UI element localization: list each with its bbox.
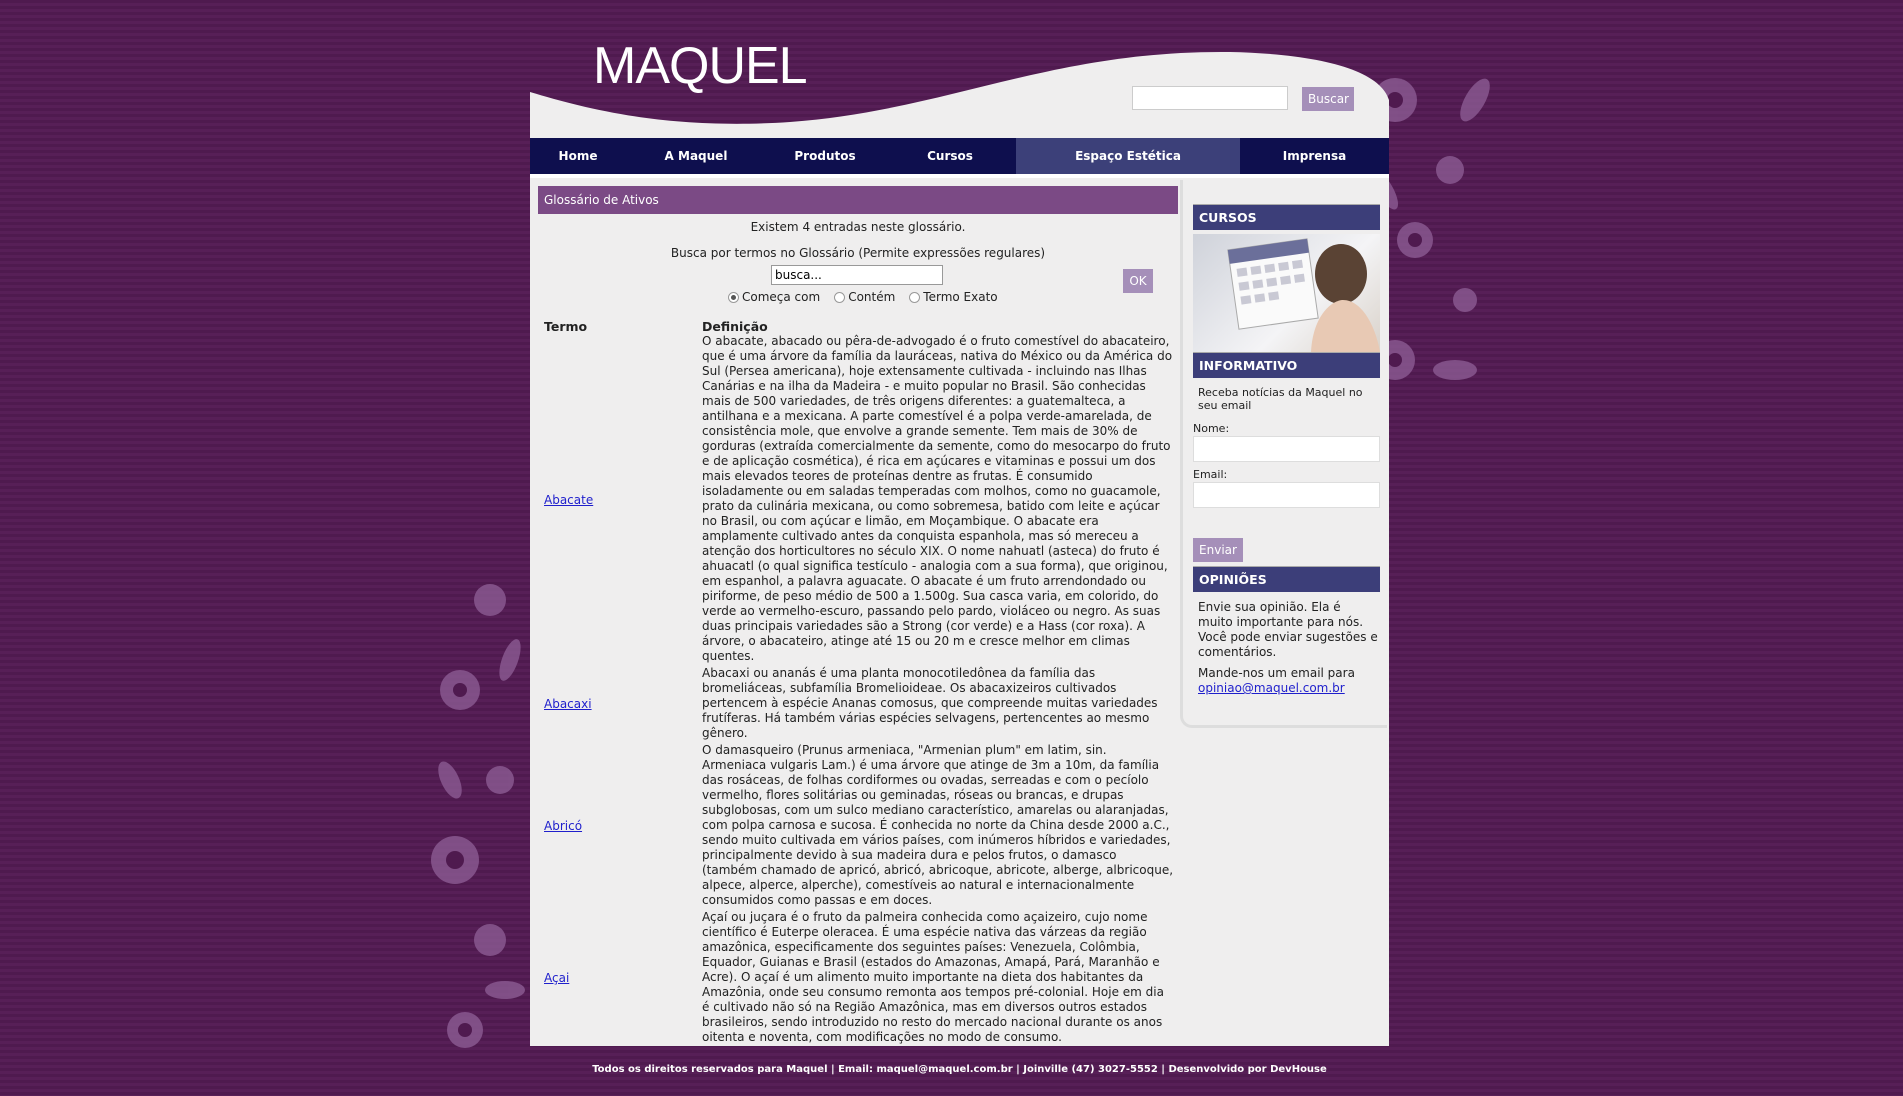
table-row: Abacate O abacate, abacado ou pêra-de-ad… bbox=[544, 334, 1174, 666]
term-link[interactable]: Abacaxi bbox=[544, 697, 592, 711]
send-button[interactable]: Enviar bbox=[1193, 538, 1243, 562]
nav-item-espaco-estetica[interactable]: Espaço Estética bbox=[1016, 138, 1240, 174]
nav-item-cursos[interactable]: Cursos bbox=[884, 138, 1016, 174]
glossary-section: Glossário de Ativos Existem 4 entradas n… bbox=[538, 186, 1178, 1044]
search-button[interactable]: Buscar bbox=[1302, 87, 1354, 111]
term-cell: Abacaxi bbox=[544, 666, 702, 743]
glossary-search-input[interactable] bbox=[771, 265, 943, 285]
calendar-photo-icon bbox=[1227, 238, 1380, 352]
radio-selected-icon[interactable] bbox=[728, 291, 739, 303]
table-row: Abricó O damasqueiro (Prunus armeniaca, … bbox=[544, 743, 1174, 910]
section-title: Glossário de Ativos bbox=[538, 186, 1178, 214]
radio-unselected-icon[interactable] bbox=[834, 291, 846, 303]
sidebar: CURSOS INFORMATIVO Receba notícias da Ma… bbox=[1180, 180, 1387, 728]
radio-contem[interactable]: Contém bbox=[834, 290, 895, 304]
definition-cell: O abacate, abacado ou pêra-de-advogado é… bbox=[702, 334, 1173, 663]
term-cell: Abricó bbox=[544, 743, 702, 910]
opinioes-contact-text: Mande-nos um email para bbox=[1198, 666, 1355, 680]
term-cell: Abacate bbox=[544, 334, 702, 666]
footer: Todos os direitos reservados para Maquel… bbox=[592, 1064, 1327, 1075]
email-label: Email: bbox=[1193, 468, 1228, 481]
opinioes-email-wrap: opiniao@maquel.com.br bbox=[1198, 681, 1378, 696]
informativo-text: Receba notícias da Maquel no seu email bbox=[1198, 386, 1363, 412]
definition-cell: Açaí ou juçara é o fruto da palmeira con… bbox=[702, 910, 1164, 1044]
table-row: Abacaxi Abacaxi ou ananás é uma planta m… bbox=[544, 666, 1174, 743]
informativo-heading: INFORMATIVO bbox=[1193, 352, 1380, 378]
radio-unselected-icon[interactable] bbox=[909, 291, 921, 303]
table-row: Açai Açaí ou juçara é o fruto da palmeir… bbox=[544, 910, 1174, 1047]
content-area: Glossário de Ativos Existem 4 entradas n… bbox=[530, 174, 1389, 1046]
radio-label: Termo Exato bbox=[923, 290, 998, 304]
nav-item-produtos[interactable]: Produtos bbox=[766, 138, 884, 174]
floral-ornament-left bbox=[431, 584, 525, 1048]
opinioes-email-link[interactable]: opiniao@maquel.com.br bbox=[1198, 681, 1345, 695]
term-link[interactable]: Abricó bbox=[544, 819, 582, 833]
table-header-row: Termo Definição bbox=[544, 314, 1174, 334]
radio-termo-exato[interactable]: Termo Exato bbox=[909, 290, 998, 304]
entries-count: Existem 4 entradas neste glossário. bbox=[750, 220, 966, 234]
cursos-heading: CURSOS bbox=[1193, 204, 1380, 230]
nav-item-home[interactable]: Home bbox=[530, 138, 626, 174]
term-link[interactable]: Abacate bbox=[544, 493, 593, 507]
radio-label: Contém bbox=[848, 290, 896, 304]
name-label: Nome: bbox=[1193, 422, 1230, 435]
column-header-definition: Definição bbox=[702, 319, 768, 334]
opinioes-heading: OPINIÕES bbox=[1193, 566, 1380, 592]
nav-item-imprensa[interactable]: Imprensa bbox=[1240, 138, 1389, 174]
ok-button[interactable]: OK bbox=[1123, 269, 1153, 293]
logo[interactable]: MAQUEL bbox=[593, 36, 808, 96]
search-mode-radios: Começa com Contém Termo Exato bbox=[728, 290, 1006, 304]
definition-cell: Abacaxi ou ananás é uma planta monocotil… bbox=[702, 666, 1158, 740]
definition-cell: O damasqueiro (Prunus armeniaca, "Armeni… bbox=[702, 743, 1174, 907]
column-header-term: Termo bbox=[544, 319, 588, 334]
cursos-image[interactable] bbox=[1193, 234, 1380, 352]
main-nav: Home A Maquel Produtos Cursos Espaço Est… bbox=[530, 138, 1389, 174]
search-input[interactable] bbox=[1132, 86, 1288, 110]
glossary-table: Termo Definição Abacate O abacate, abaca… bbox=[544, 314, 1174, 1047]
opinioes-text: Envie sua opinião. Ela é muito important… bbox=[1198, 600, 1378, 659]
nav-item-a-maquel[interactable]: A Maquel bbox=[626, 138, 766, 174]
page-container: MAQUEL Buscar Home A Maquel Produtos Cur… bbox=[530, 0, 1389, 1046]
glossary-search-hint: Busca por termos no Glossário (Permite e… bbox=[670, 246, 1046, 260]
term-cell: Açai bbox=[544, 910, 702, 1047]
name-field[interactable] bbox=[1193, 436, 1380, 462]
radio-comeca-com[interactable]: Começa com bbox=[728, 290, 820, 304]
radio-label: Começa com bbox=[742, 290, 821, 304]
term-link[interactable]: Açai bbox=[544, 971, 569, 985]
email-field[interactable] bbox=[1193, 482, 1380, 508]
header: MAQUEL Buscar bbox=[530, 0, 1389, 140]
